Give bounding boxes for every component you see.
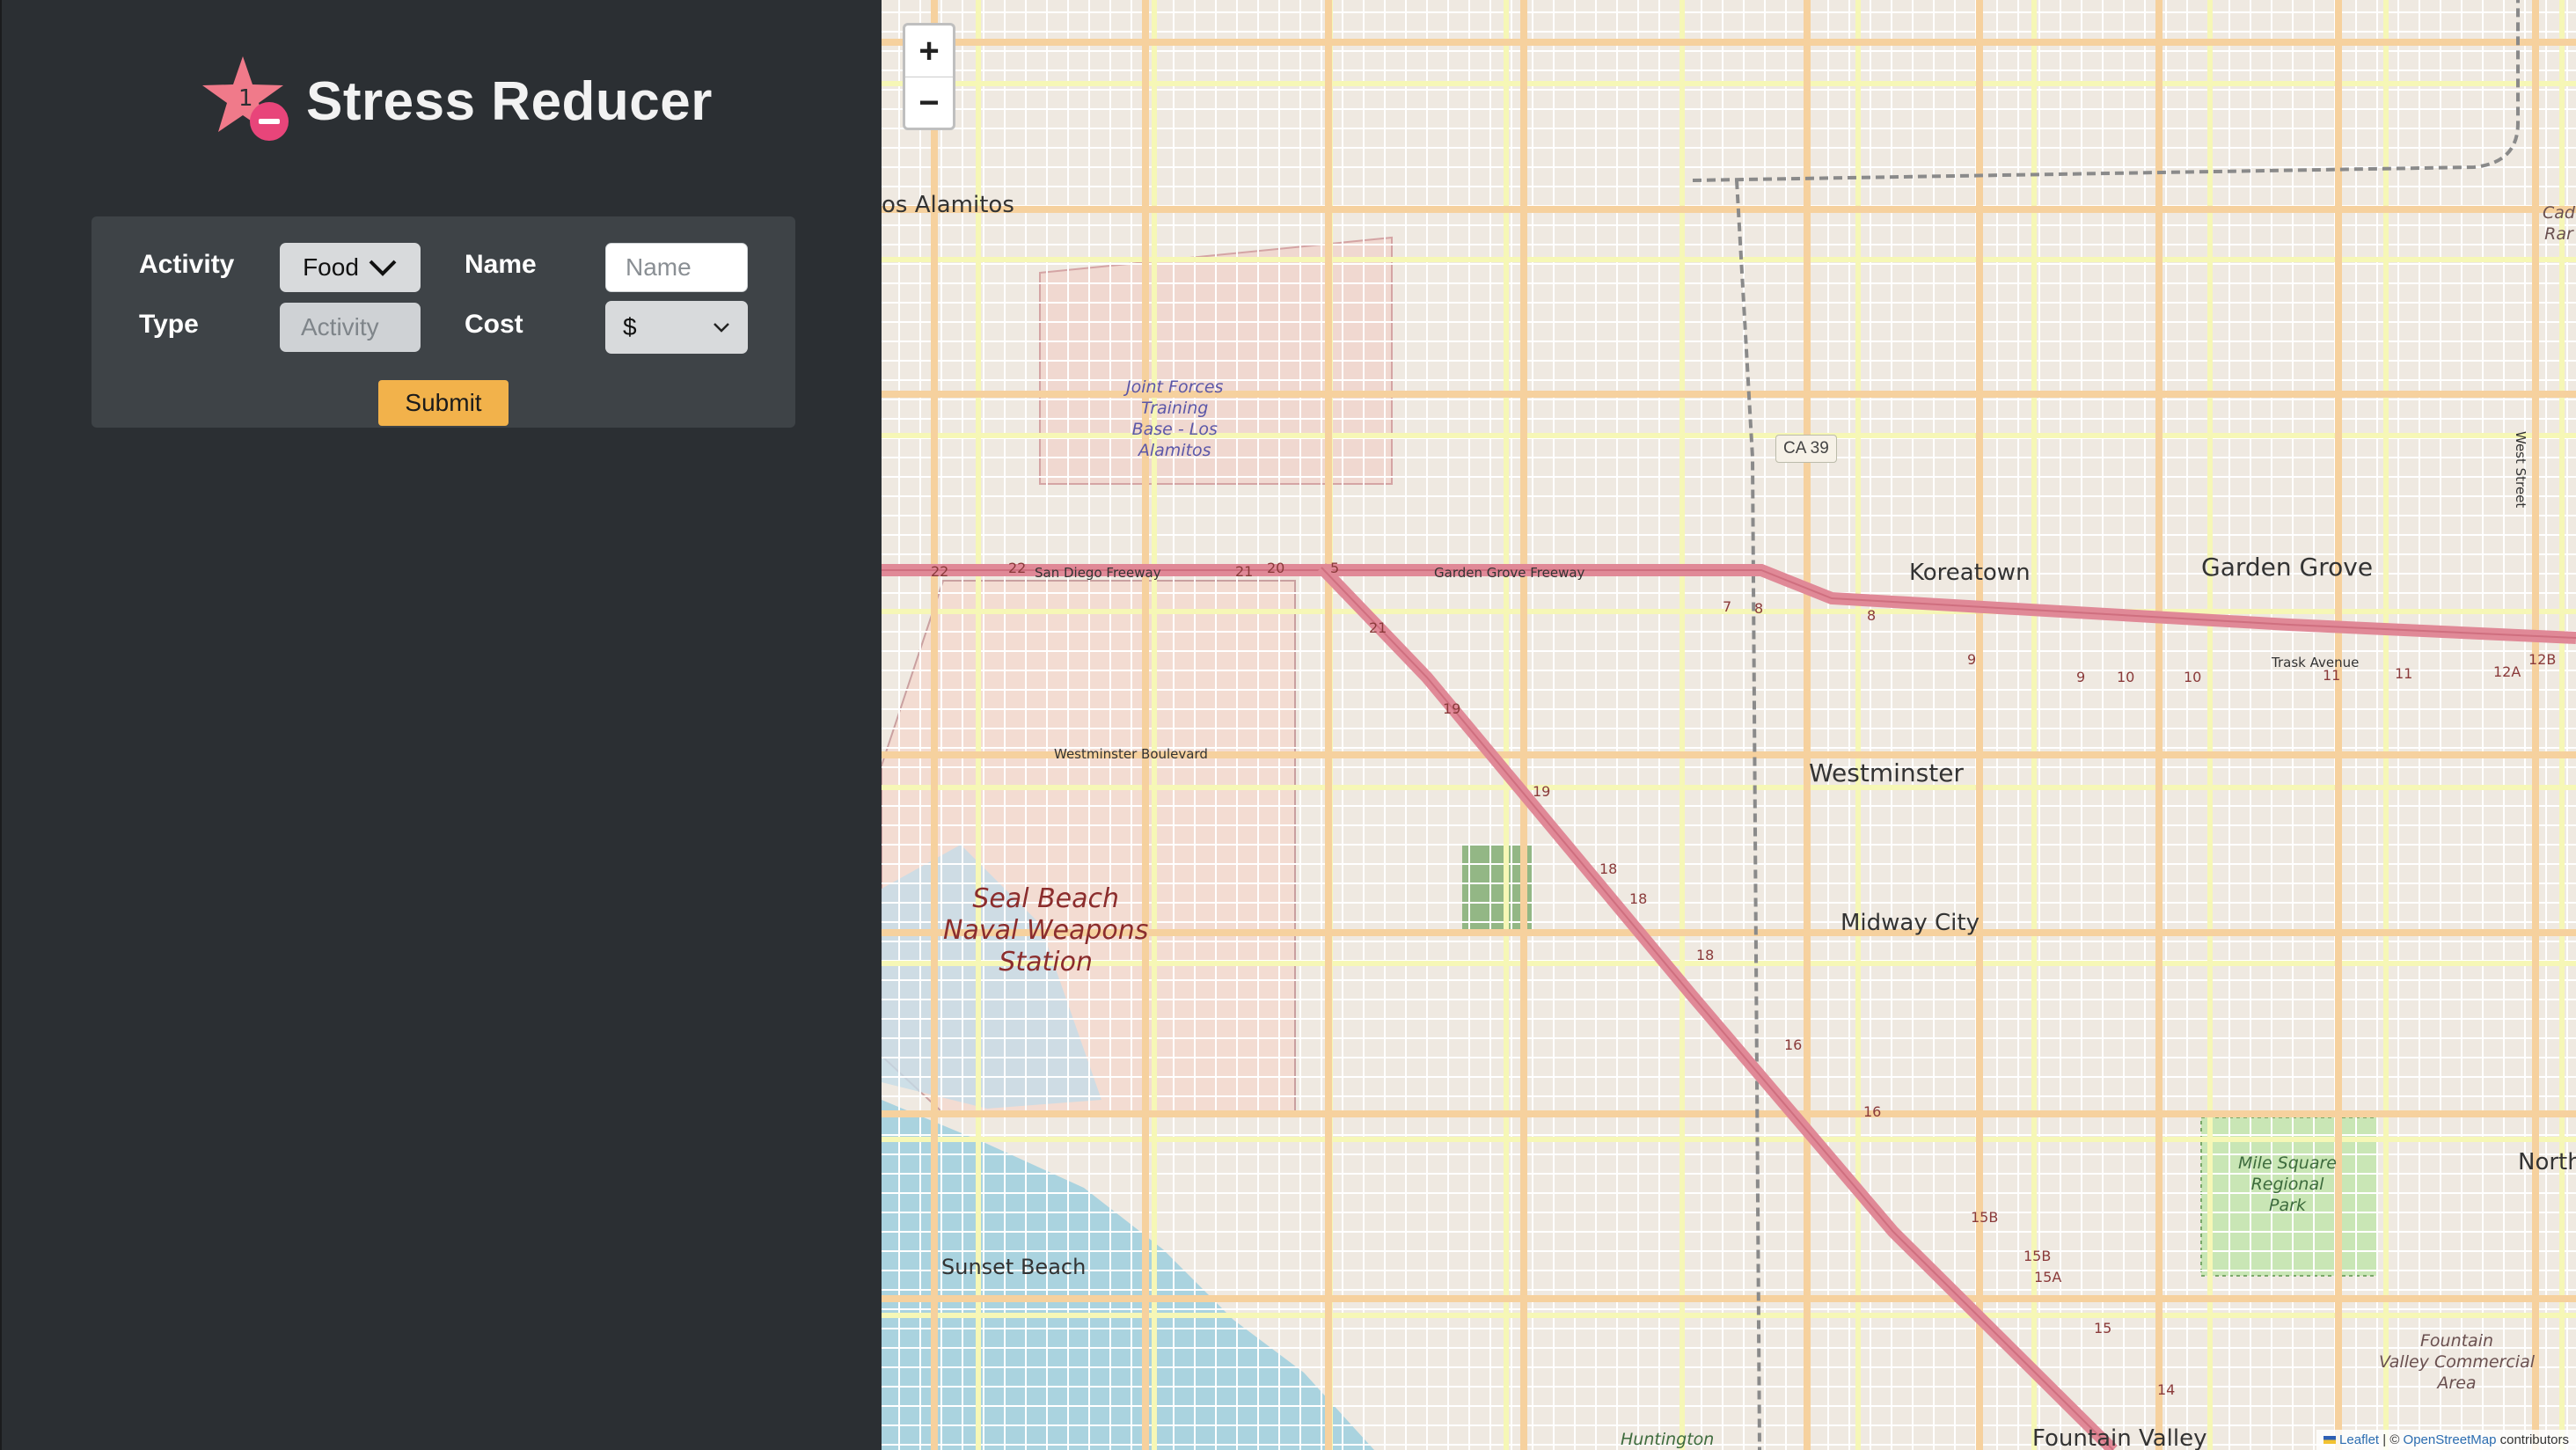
place-fountain-valley: Fountain Valley [2032,1425,2207,1450]
exit-number: 21 [1235,563,1254,580]
logo-badge-number: 1 [238,85,253,112]
exit-number: 22 [1008,560,1027,576]
exit-number: 15A [2034,1269,2062,1285]
road-west-street: West Street [2513,431,2528,509]
place-los-alamitos: os Alamitos [882,192,1014,218]
exit-number: 12A [2493,663,2521,680]
exit-number: 11 [2323,667,2341,684]
activity-label: Activity [139,250,235,279]
map-view[interactable]: + − os Alamitos Koreatown Garden Grove W… [882,0,2576,1450]
name-label: Name [465,250,537,279]
chevron-down-icon [369,260,397,276]
poi-seal-beach-naval-weapons-station: Seal Beach Naval Weapons Station [943,883,1149,978]
type-input[interactable] [280,303,421,352]
map-attribution: Leaflet | © OpenStreetMap contributors [2316,1430,2576,1450]
exit-number: 8 [1754,600,1764,617]
exit-number: 20 [1267,560,1285,576]
exit-number: 19 [1533,783,1551,800]
road-san-diego-freeway: San Diego Freeway [1035,565,1161,581]
exit-number: 18 [1599,860,1618,877]
exit-number: 10 [2184,669,2202,685]
star-minus-icon: 1 [202,56,289,141]
exit-number: 5 [1330,560,1340,576]
exit-number: 8 [1867,607,1877,624]
poi-fountain-valley-commercial-area: Fountain Valley Commercial Area [2379,1331,2536,1393]
place-koreatown: Koreatown [1909,560,2031,586]
route-shield-ca39: CA 39 [1775,435,1837,463]
sidebar-panel: 1 Stress Reducer Activity Food Name Type… [0,0,882,1450]
leaflet-flag-icon [2324,1436,2337,1444]
exit-number: 19 [1443,700,1461,717]
zoom-in-button[interactable]: + [905,26,953,77]
exit-number: 21 [1369,619,1387,636]
place-garden-grove: Garden Grove [2201,553,2374,582]
exit-number: 12B [2528,651,2557,668]
type-label: Type [139,310,199,339]
app-title: Stress Reducer [306,70,713,132]
attribution-separator: | © [2379,1432,2404,1447]
exit-number: 15 [2094,1320,2112,1336]
openstreetmap-link[interactable]: OpenStreetMap [2404,1432,2497,1447]
place-westminster: Westminster [1809,758,1964,787]
exit-number: 15B [2023,1248,2052,1264]
place-sunset-beach: Sunset Beach [941,1255,1087,1279]
poi-cad-rar: Cad Rar [2543,203,2575,244]
poi-joint-forces-training-base: Joint Forces Training Base - Los Alamito… [1126,377,1224,460]
cost-label: Cost [465,310,523,339]
chevron-down-icon [714,323,729,333]
leaflet-link[interactable]: Leaflet [2339,1432,2379,1447]
place-midway-city: Midway City [1841,910,1980,936]
exit-number: 18 [1629,890,1648,907]
activity-dropdown[interactable]: Food [280,243,421,292]
poi-mile-square-regional-park: Mile Square Regional Park [2238,1153,2337,1215]
exit-number: 15B [1971,1209,1999,1226]
exit-number: 16 [1863,1103,1882,1120]
zoom-control: + − [903,23,955,130]
submit-button[interactable]: Submit [378,380,509,426]
exit-number: 10 [2117,669,2135,685]
cost-select[interactable]: $ [605,301,748,354]
attribution-suffix: contributors [2496,1432,2569,1447]
road-trask-avenue: Trask Avenue [2272,655,2360,670]
zoom-out-button[interactable]: − [905,77,953,128]
road-westminster-boulevard: Westminster Boulevard [1054,746,1208,762]
cost-select-value: $ [623,313,637,341]
activity-form: Activity Food Name Type Cost $ Submit [91,216,795,428]
exit-number: 7 [1723,598,1732,615]
activity-dropdown-value: Food [303,253,359,281]
exit-number: 11 [2395,665,2413,682]
name-input[interactable] [605,243,748,292]
exit-number: 9 [2076,669,2086,685]
road-garden-grove-freeway: Garden Grove Freeway [1434,565,1585,581]
exit-number: 9 [1967,651,1977,668]
exit-number: 16 [1784,1036,1803,1053]
map-tiles[interactable] [882,0,2576,1450]
exit-number: 22 [931,563,949,580]
exit-number: 18 [1696,947,1715,963]
place-north: North [2518,1149,2576,1175]
app-brand: 1 Stress Reducer [197,53,713,150]
exit-number: 14 [2157,1381,2176,1398]
place-huntington: Huntington [1621,1430,1715,1449]
